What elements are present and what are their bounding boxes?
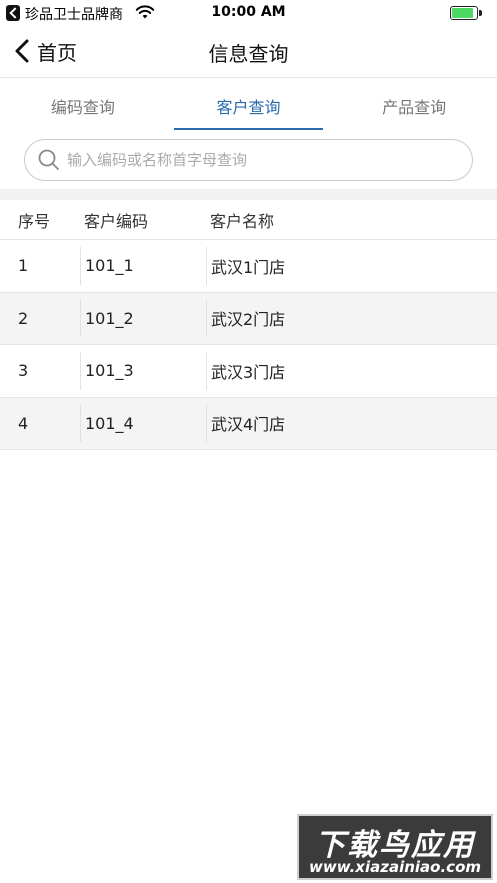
navigation-bar: 首页 信息查询 xyxy=(0,26,497,78)
row-index: 1 xyxy=(18,256,29,276)
search-icon xyxy=(38,149,59,170)
status-bar: 珍品卫士品牌商 10:00 AM xyxy=(0,0,497,26)
status-time: 10:00 AM xyxy=(211,4,286,20)
watermark-logo: 下载鸟应用 www.xiazainiao.com xyxy=(297,814,493,880)
page-title: 信息查询 xyxy=(208,42,289,66)
customer-table: 序号 客户编码 客户名称 1 101_1 武汉1门店 2 101_2 武汉2门店… xyxy=(0,200,497,450)
row-customer-code: 101_1 xyxy=(80,246,206,285)
watermark-url-text: www.xiazainiao.com xyxy=(308,858,482,876)
row-customer-code: 101_4 xyxy=(80,404,206,443)
table-row[interactable]: 4 101_4 武汉4门店 xyxy=(0,397,497,450)
row-index: 3 xyxy=(18,361,29,381)
row-customer-name: 武汉3门店 xyxy=(206,351,497,390)
header-customer-code: 客户编码 xyxy=(84,211,149,231)
search-box[interactable] xyxy=(24,139,473,181)
tab-bar: 编码查询 客户查询 产品查询 xyxy=(0,78,497,130)
row-customer-code: 101_3 xyxy=(80,351,206,390)
table-header-row: 序号 客户编码 客户名称 xyxy=(0,200,497,240)
battery-icon xyxy=(450,6,478,20)
row-customer-code: 101_2 xyxy=(80,299,206,338)
row-index: 4 xyxy=(18,413,29,433)
tab-product-query[interactable]: 产品查询 xyxy=(331,78,497,130)
row-customer-name: 武汉2门店 xyxy=(206,299,497,338)
row-index: 2 xyxy=(18,308,29,328)
table-row[interactable]: 3 101_3 武汉3门店 xyxy=(0,345,497,398)
table-row[interactable]: 2 101_2 武汉2门店 xyxy=(0,292,497,345)
search-input[interactable] xyxy=(67,151,447,169)
row-customer-name: 武汉4门店 xyxy=(206,404,497,443)
header-index: 序号 xyxy=(18,211,51,231)
tab-customer-query[interactable]: 客户查询 xyxy=(166,78,332,130)
header-customer-name: 客户名称 xyxy=(210,211,275,231)
section-divider xyxy=(0,189,497,200)
row-customer-name: 武汉1门店 xyxy=(206,246,497,285)
battery-tip xyxy=(479,10,482,16)
table-row[interactable]: 1 101_1 武汉1门店 xyxy=(0,240,497,293)
tab-code-query[interactable]: 编码查询 xyxy=(0,78,166,130)
